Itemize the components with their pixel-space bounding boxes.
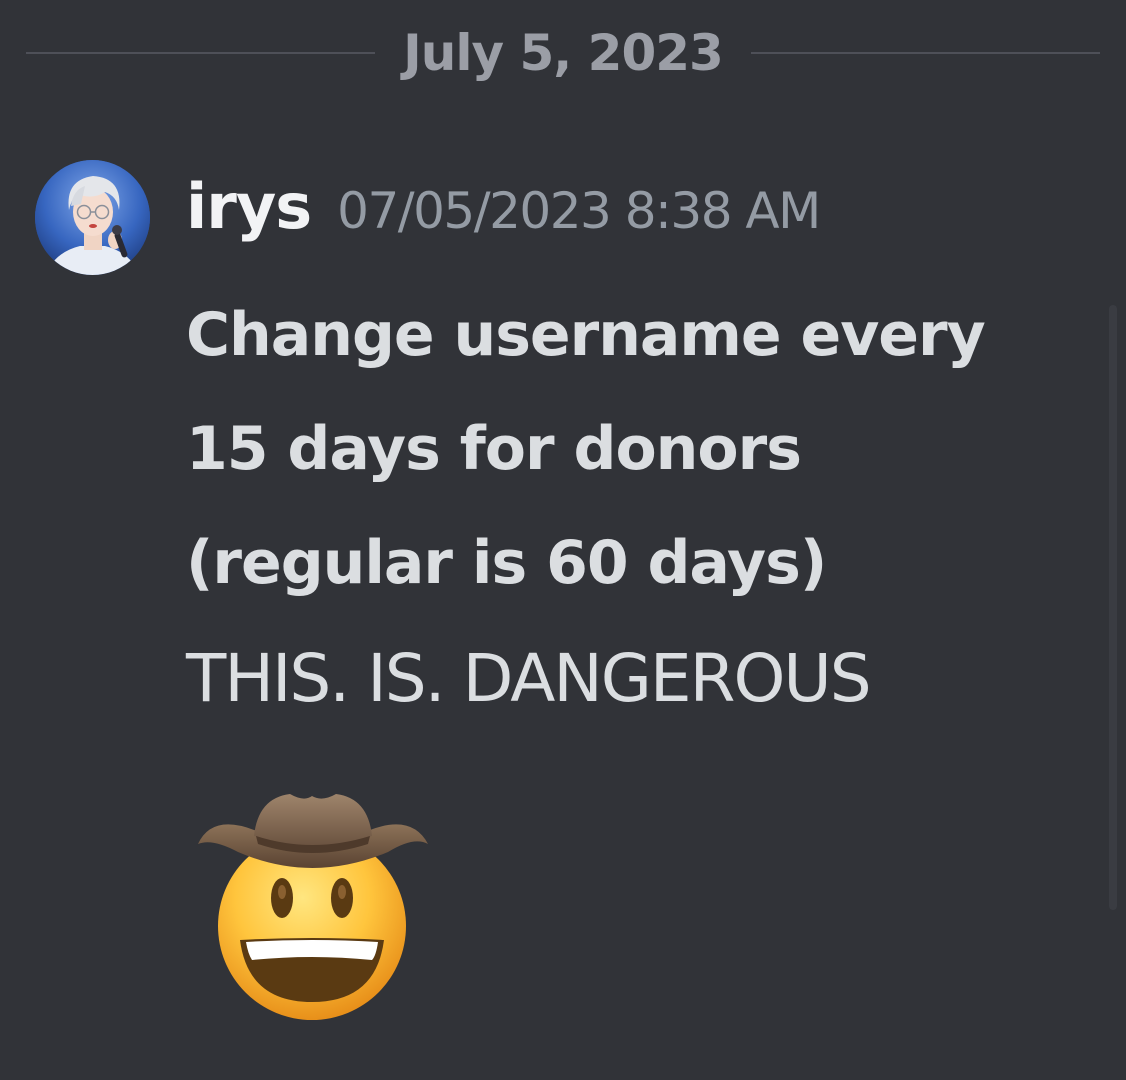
avatar[interactable] bbox=[35, 160, 150, 275]
message-plain-text: THIS. IS. DANGEROUS bbox=[186, 640, 872, 717]
cowboy-hat-face-icon bbox=[198, 794, 428, 1020]
avatar-image bbox=[35, 160, 150, 275]
message-timestamp: 07/05/2023 8:38 AM bbox=[337, 182, 821, 240]
message-bold-text: Change username every 15 days for donors… bbox=[186, 278, 1086, 620]
message-bold-line: 15 days for donors bbox=[186, 414, 802, 484]
scrollbar[interactable] bbox=[1109, 305, 1117, 910]
message-bold-line: Change username every bbox=[186, 300, 986, 370]
date-divider: July 5, 2023 bbox=[26, 20, 1101, 86]
message-header: irys 07/05/2023 8:38 AM bbox=[186, 170, 1086, 260]
message[interactable]: irys 07/05/2023 8:38 AM Change username … bbox=[186, 170, 1086, 724]
chat-view: July 5, 2023 irys 07/05/2023 8:38 AM Cha… bbox=[0, 0, 1126, 1080]
cowboy-hat-face-emoji[interactable] bbox=[192, 780, 432, 1020]
divider-line-left bbox=[26, 52, 376, 54]
divider-date: July 5, 2023 bbox=[403, 24, 724, 82]
message-bold-line: (regular is 60 days) bbox=[186, 528, 827, 598]
username[interactable]: irys bbox=[186, 170, 312, 243]
divider-line-right bbox=[750, 52, 1101, 54]
